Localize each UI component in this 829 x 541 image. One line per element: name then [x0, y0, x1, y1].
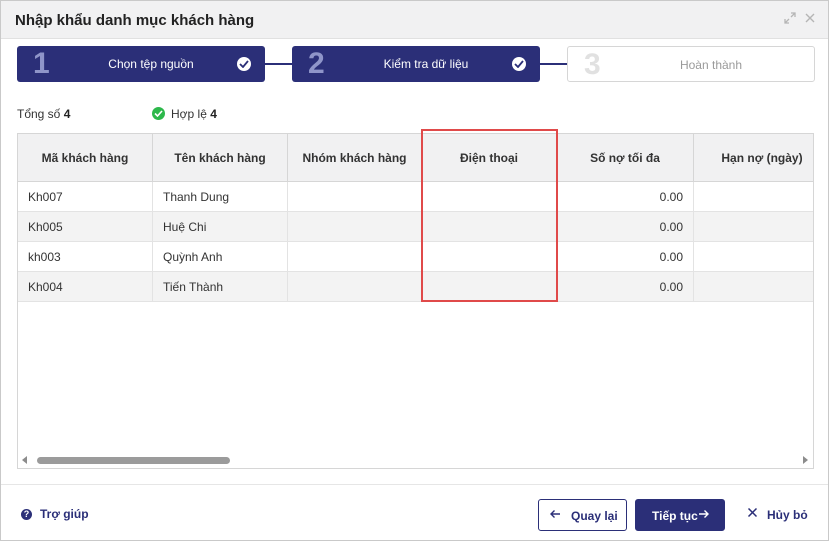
scrollbar-thumb[interactable] [37, 457, 230, 464]
step-choose-source[interactable]: 1 Chọn tệp nguồn [17, 46, 265, 82]
step-label: Kiểm tra dữ liệu [383, 57, 469, 71]
valid-count: Hợp lệ 4 [171, 107, 217, 121]
cell-customer-name: Thanh Dung [153, 182, 288, 212]
step-connector [265, 63, 292, 65]
cell-phone [422, 242, 557, 272]
help-icon[interactable]: ? [21, 509, 32, 520]
next-button[interactable]: Tiếp tục [635, 499, 725, 531]
total-label: Tổng số [17, 107, 61, 121]
column-header-customer-name[interactable]: Tên khách hàng [153, 134, 288, 182]
back-button-label: Quay lại [571, 509, 618, 523]
dialog-header: Nhập khẩu danh mục khách hàng [1, 1, 828, 39]
import-dialog: Nhập khẩu danh mục khách hàng 1 Chọn tệp… [0, 0, 829, 541]
close-icon[interactable] [803, 12, 817, 26]
step-label: Chọn tệp nguồn [108, 57, 194, 71]
dialog-title: Nhập khẩu danh mục khách hàng [15, 12, 255, 29]
table-row[interactable]: Kh004 Tiến Thành 0.00 [18, 272, 813, 302]
column-header-customer-group[interactable]: Nhóm khách hàng [288, 134, 422, 182]
check-icon [512, 57, 526, 71]
cancel-button[interactable]: Hủy bỏ [743, 499, 813, 531]
scroll-right-arrow-icon[interactable] [803, 456, 808, 464]
cell-customer-group [288, 242, 422, 272]
dialog-footer: ? Trợ giúp Quay lại Tiếp tục Hủy bỏ [1, 484, 828, 540]
next-button-label: Tiếp tục [652, 509, 698, 523]
step-label: Hoàn thành [679, 58, 743, 72]
step-complete[interactable]: 3 Hoàn thành [567, 46, 815, 82]
cell-max-debt: 0.00 [557, 212, 694, 242]
cell-debt-term [694, 242, 813, 272]
cell-phone [422, 272, 557, 302]
arrow-right-icon [698, 508, 710, 522]
cell-customer-name: Quỳnh Anh [153, 242, 288, 272]
data-grid[interactable]: Mã khách hàng Tên khách hàng Nhóm khách … [17, 133, 814, 469]
step-number: 2 [308, 47, 325, 80]
expand-icon[interactable] [783, 12, 797, 26]
cell-customer-group [288, 182, 422, 212]
table-row[interactable]: kh003 Quỳnh Anh 0.00 [18, 242, 813, 272]
column-header-max-debt[interactable]: Số nợ tối đa [557, 134, 694, 182]
cell-customer-name: Tiến Thành [153, 272, 288, 302]
column-header-customer-code[interactable]: Mã khách hàng [18, 134, 153, 182]
cell-max-debt: 0.00 [557, 242, 694, 272]
valid-label: Hợp lệ [171, 107, 207, 121]
back-button[interactable]: Quay lại [538, 499, 627, 531]
cancel-button-label: Hủy bỏ [767, 508, 808, 522]
check-icon [237, 57, 251, 71]
cell-debt-term [694, 182, 813, 212]
horizontal-scrollbar[interactable] [18, 452, 813, 468]
cell-max-debt: 0.00 [557, 272, 694, 302]
total-count: Tổng số 4 [17, 107, 70, 121]
table-row[interactable]: Kh007 Thanh Dung 0.00 [18, 182, 813, 212]
cell-phone [422, 182, 557, 212]
table-row[interactable]: Kh005 Huệ Chi 0.00 [18, 212, 813, 242]
column-header-debt-term[interactable]: Hạn nợ (ngày) [694, 134, 813, 182]
cell-customer-code: Kh007 [18, 182, 153, 212]
cell-customer-group [288, 272, 422, 302]
help-link[interactable]: Trợ giúp [40, 507, 89, 521]
cell-customer-name: Huệ Chi [153, 212, 288, 242]
close-icon [747, 507, 758, 521]
step-connector [540, 63, 567, 65]
cell-debt-term [694, 272, 813, 302]
cell-customer-group [288, 212, 422, 242]
cell-customer-code: Kh005 [18, 212, 153, 242]
total-value: 4 [63, 107, 71, 121]
step-number: 1 [33, 47, 50, 80]
step-number: 3 [584, 48, 601, 81]
cell-phone [422, 212, 557, 242]
cell-customer-code: Kh004 [18, 272, 153, 302]
scroll-left-arrow-icon[interactable] [22, 456, 27, 464]
cell-debt-term [694, 212, 813, 242]
cell-max-debt: 0.00 [557, 182, 694, 212]
column-header-phone[interactable]: Điện thoại [422, 134, 557, 182]
valid-check-icon [152, 107, 165, 120]
grid-header: Mã khách hàng Tên khách hàng Nhóm khách … [18, 134, 813, 182]
valid-value: 4 [210, 107, 217, 121]
step-check-data[interactable]: 2 Kiểm tra dữ liệu [292, 46, 540, 82]
cell-customer-code: kh003 [18, 242, 153, 272]
arrow-left-icon [549, 508, 561, 522]
